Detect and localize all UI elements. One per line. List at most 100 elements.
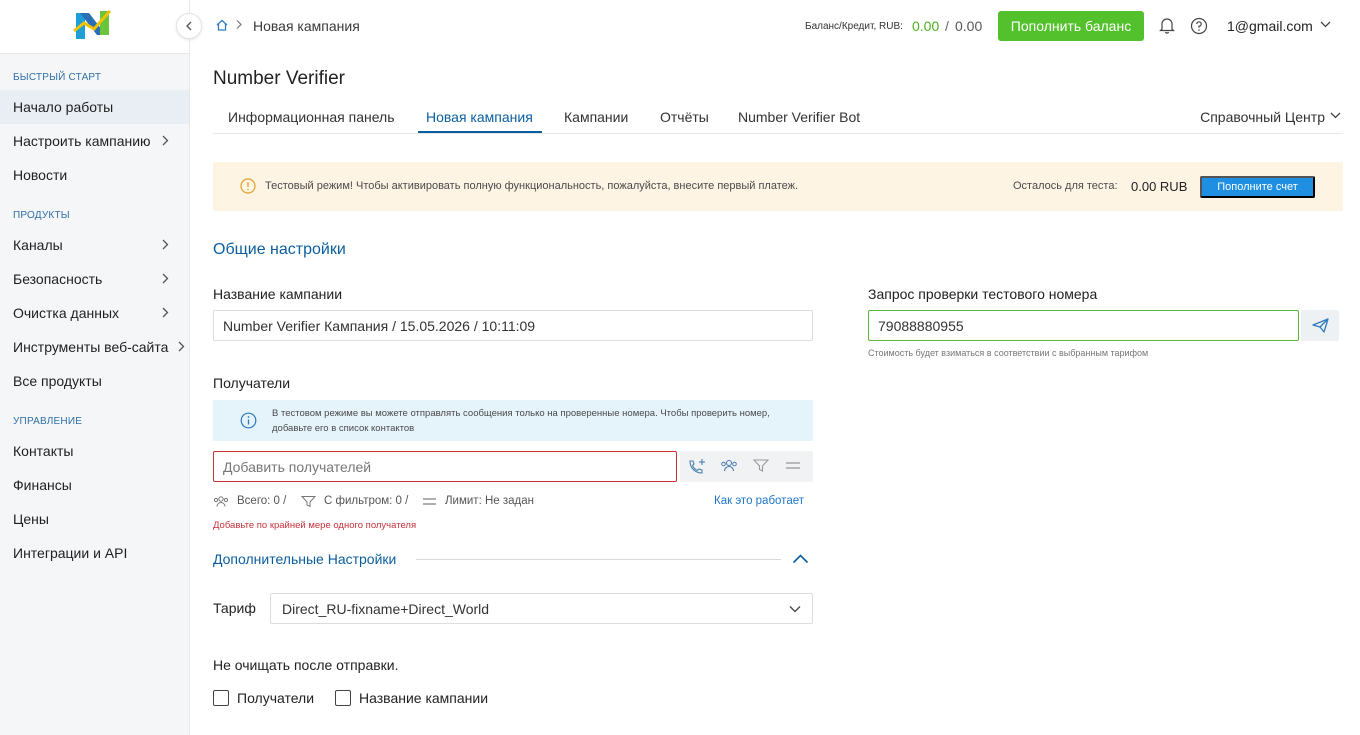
- chevron-right-icon: [162, 239, 169, 250]
- test-number-input[interactable]: 79088880955: [868, 310, 1299, 341]
- send-icon: [1311, 318, 1329, 333]
- filter-icon[interactable]: [753, 458, 769, 473]
- tariff-selected-value: Direct_RU-fixname+Direct_World: [282, 600, 490, 617]
- home-icon[interactable]: [216, 19, 228, 31]
- tab-reports[interactable]: Отчёты: [660, 109, 709, 125]
- balance-separator: /: [945, 18, 949, 34]
- sidebar-section-products: Продукты Каналы Безопасность Очистка дан…: [0, 210, 189, 398]
- logo-icon[interactable]: [72, 5, 116, 45]
- stats-total: Всего: 0 /: [237, 495, 287, 507]
- chevron-up-icon[interactable]: [792, 554, 809, 564]
- campaign-name-checkbox[interactable]: [335, 690, 351, 706]
- help-icon[interactable]: [1190, 17, 1208, 35]
- sidebar-item-getting-started[interactable]: Начало работы: [0, 90, 189, 124]
- tab-bot[interactable]: Number Verifier Bot: [738, 109, 860, 125]
- chevron-down-icon[interactable]: [1320, 21, 1331, 28]
- chevron-right-icon: [236, 20, 242, 29]
- sidebar-item-label: Новости: [13, 167, 68, 183]
- sidebar-section-title: Управление: [13, 416, 83, 427]
- sidebar-item-contacts[interactable]: Контакты: [0, 434, 189, 468]
- limit-icon[interactable]: [785, 461, 801, 471]
- sidebar-item-news[interactable]: Новости: [0, 158, 189, 192]
- recipients-info-banner: В тестовом режиме вы можете отправлять с…: [213, 400, 813, 441]
- chevron-down-icon: [789, 606, 801, 613]
- advanced-settings-title[interactable]: Дополнительные Настройки: [213, 551, 396, 567]
- how-it-works-link[interactable]: Как это работает: [714, 495, 804, 507]
- tab-new-campaign[interactable]: Новая кампания: [426, 109, 533, 125]
- bell-icon[interactable]: [1159, 17, 1175, 34]
- no-clear-label: Не очищать после отправки.: [213, 657, 399, 673]
- recipient-tools: [680, 451, 813, 482]
- active-tab-indicator: [418, 131, 542, 133]
- sidebar-item-label: Начало работы: [13, 99, 114, 115]
- sidebar-item-integrations-api[interactable]: Интеграции и API: [0, 536, 189, 570]
- recipients-label: Получатели: [213, 375, 291, 391]
- tariff-select[interactable]: Direct_RU-fixname+Direct_World: [270, 593, 813, 624]
- sidebar-item-label: Безопасность: [13, 271, 103, 287]
- test-mode-banner: Тестовый режим! Чтобы активировать полну…: [213, 162, 1343, 211]
- sidebar-section-title: Быстрый старт: [13, 72, 102, 83]
- sidebar-item-label: Финансы: [13, 477, 72, 493]
- sidebar-item-label: Контакты: [13, 443, 74, 459]
- test-number-hint: Стоимость будет взиматься в соответствии…: [868, 348, 1149, 358]
- sidebar-item-label: Инструменты веб-сайта: [13, 339, 169, 355]
- info-icon: [240, 412, 257, 429]
- top-bar: Новая кампания Баланс/Кредит, RUB: 0.00 …: [190, 0, 1360, 54]
- topup-account-button[interactable]: Пополните счет: [1200, 176, 1315, 198]
- warning-icon: [240, 178, 256, 194]
- divider: [416, 559, 781, 560]
- help-center-menu[interactable]: Справочный Центр: [1200, 109, 1325, 125]
- sidebar-item-prices[interactable]: Цены: [0, 502, 189, 536]
- send-test-button[interactable]: [1301, 310, 1339, 341]
- sidebar-section-quickstart: Быстрый старт Начало работы Настроить ка…: [0, 72, 189, 192]
- sidebar: Быстрый старт Начало работы Настроить ка…: [0, 0, 202, 735]
- chevron-down-icon[interactable]: [1330, 112, 1341, 119]
- add-recipients-input[interactable]: Добавить получателей: [213, 451, 677, 482]
- sidebar-section-management: Управление Контакты Финансы Цены Интегра…: [0, 416, 189, 570]
- sidebar-section-title: Продукты: [13, 210, 70, 221]
- page-title: Number Verifier: [213, 68, 345, 89]
- group-icon: [213, 496, 229, 507]
- sidebar-item-all-products[interactable]: Все продукты: [0, 364, 189, 398]
- chevron-right-icon: [162, 307, 169, 318]
- sidebar-item-data-cleaning[interactable]: Очистка данных: [0, 296, 189, 330]
- sidebar-collapse-button[interactable]: [176, 13, 202, 39]
- chevron-right-icon: [178, 341, 185, 352]
- sidebar-item-channels[interactable]: Каналы: [0, 228, 189, 262]
- chevron-right-icon: [162, 273, 169, 284]
- tariff-label: Тариф: [213, 600, 256, 616]
- remaining-label: Осталось для теста:: [1013, 180, 1118, 192]
- tabs-bar: Информационная панель Новая кампания Кам…: [213, 104, 1343, 134]
- test-number-label: Запрос проверки тестового номера: [868, 286, 1098, 302]
- add-phone-icon[interactable]: [688, 458, 706, 475]
- sidebar-item-website-tools[interactable]: Инструменты веб-сайта: [0, 330, 189, 364]
- tab-campaigns[interactable]: Кампании: [564, 109, 628, 125]
- campaign-name-input[interactable]: Number Verifier Кампания / 15.05.2026 / …: [213, 310, 813, 341]
- user-email[interactable]: 1@gmail.com: [1227, 18, 1313, 34]
- sidebar-item-label: Очистка данных: [13, 305, 120, 321]
- sidebar-item-setup-campaign[interactable]: Настроить кампанию: [0, 124, 189, 158]
- sidebar-item-label: Настроить кампанию: [13, 133, 151, 149]
- balance-label: Баланс/Кредит, RUB:: [805, 21, 903, 32]
- stats-filtered: С фильтром: 0 /: [324, 495, 409, 507]
- campaign-name-checkbox-label[interactable]: Название кампании: [359, 690, 488, 706]
- recipients-checkbox-label[interactable]: Получатели: [237, 690, 314, 706]
- limit-icon: [423, 498, 436, 505]
- chevron-left-icon: [186, 21, 192, 31]
- recipients-info-text: В тестовом режиме вы можете отправлять с…: [272, 408, 770, 434]
- tab-dashboard[interactable]: Информационная панель: [228, 109, 395, 125]
- topup-balance-button[interactable]: Пополнить баланс: [998, 11, 1144, 41]
- filter-icon: [301, 496, 316, 508]
- sidebar-item-label: Цены: [13, 511, 49, 527]
- remaining-value: 0.00 RUB: [1131, 179, 1188, 194]
- balance-value: 0.00: [912, 18, 940, 34]
- stats-limit: Лимит: Не задан: [445, 495, 534, 507]
- logo-area: [0, 0, 202, 54]
- sidebar-item-label: Интеграции и API: [13, 545, 128, 561]
- campaign-name-label: Название кампании: [213, 286, 343, 302]
- sidebar-item-finance[interactable]: Финансы: [0, 468, 189, 502]
- contacts-group-icon[interactable]: [720, 458, 738, 474]
- test-mode-text: Тестовый режим! Чтобы активировать полну…: [265, 180, 799, 192]
- sidebar-item-security[interactable]: Безопасность: [0, 262, 189, 296]
- recipients-checkbox[interactable]: [213, 690, 229, 706]
